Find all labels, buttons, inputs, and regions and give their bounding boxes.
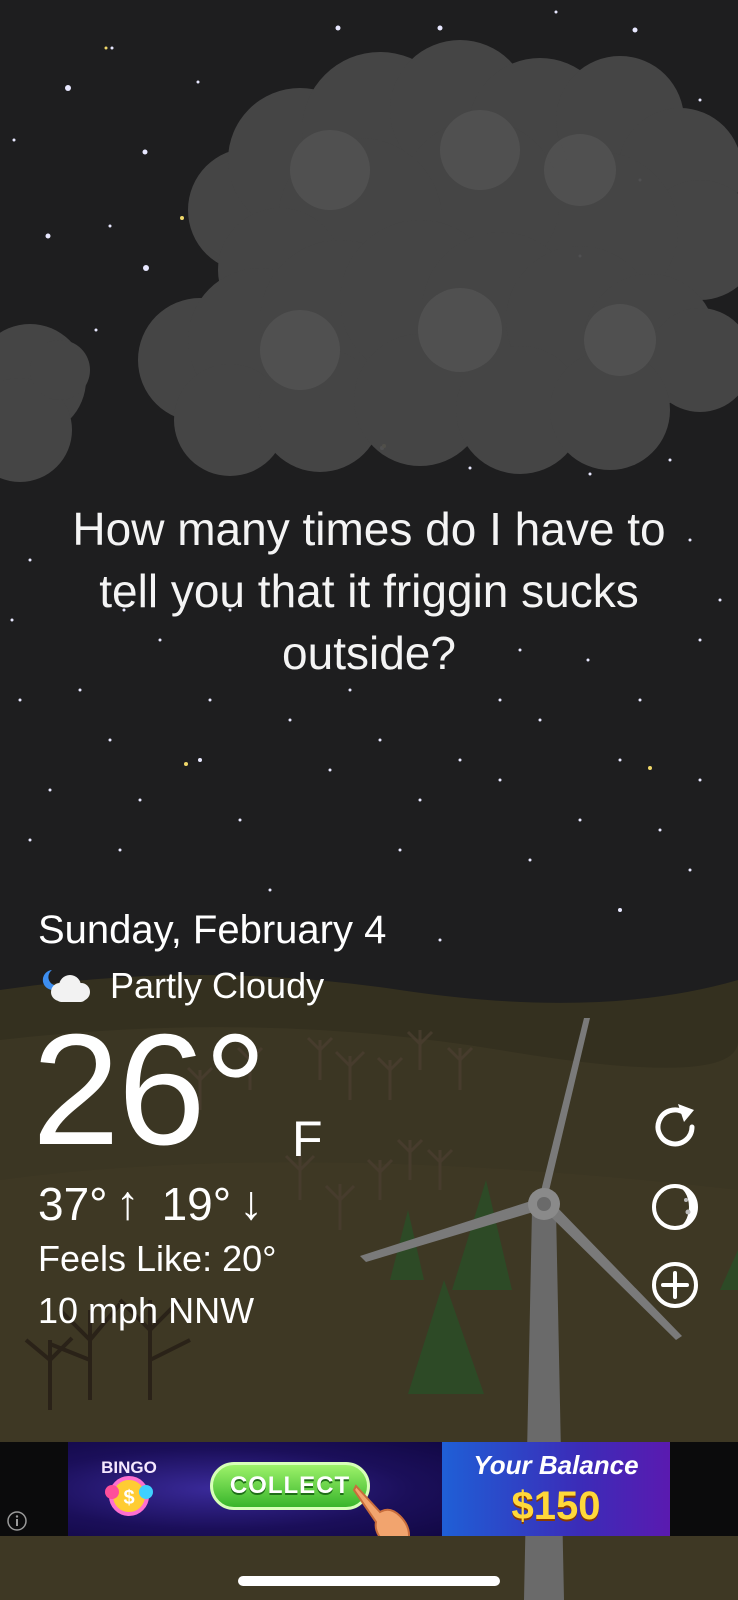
refresh-icon[interactable] [648,1100,702,1154]
ad-left-panel: $ BINGO COLLECT [68,1442,442,1536]
ad-right-panel: Your Balance $150 [442,1442,670,1536]
feels-like: Feels Like: 20° [38,1238,277,1279]
partly-cloudy-night-icon [42,970,90,1002]
temperature-unit: F [292,1111,323,1167]
wind-info: 10 mph NNW [38,1290,255,1331]
night-scene-background [0,0,738,1600]
home-indicator[interactable] [238,1576,500,1586]
message-line-3: outside? [282,627,456,679]
message-line-1: How many times do I have to [72,503,666,555]
high-temperature: 37° [38,1177,108,1230]
balance-label: Your Balance [473,1450,639,1480]
current-temperature: 26° [32,1002,267,1178]
low-temperature: 19° [161,1177,232,1230]
forecast-date: Sunday, February 4 [38,908,387,952]
svg-text:$: $ [123,1487,134,1509]
bingo-label: BINGO [101,1458,157,1477]
balance-value: $150 [511,1484,601,1528]
ad-creative[interactable]: $ BINGO COLLECT Your Balance $150 [68,1442,670,1536]
condition-text: Partly Cloudy [110,965,325,1006]
add-icon[interactable] [648,1258,702,1312]
ad-banner[interactable]: $ BINGO COLLECT Your Balance $150 [0,1442,738,1536]
snarky-message: How many times do I have to tell you tha… [20,498,718,684]
high-low-row: 37° ↑ 19° ↓ [38,1176,285,1231]
collect-button[interactable]: COLLECT [210,1462,370,1510]
pointing-hand-icon [352,1484,410,1536]
moon-phase-icon[interactable] [648,1180,702,1234]
down-arrow-icon: ↓ [239,1177,264,1230]
ad-info-icon[interactable] [6,1510,28,1532]
message-line-2: tell you that it friggin sucks [99,565,639,617]
up-arrow-icon: ↑ [115,1177,140,1230]
